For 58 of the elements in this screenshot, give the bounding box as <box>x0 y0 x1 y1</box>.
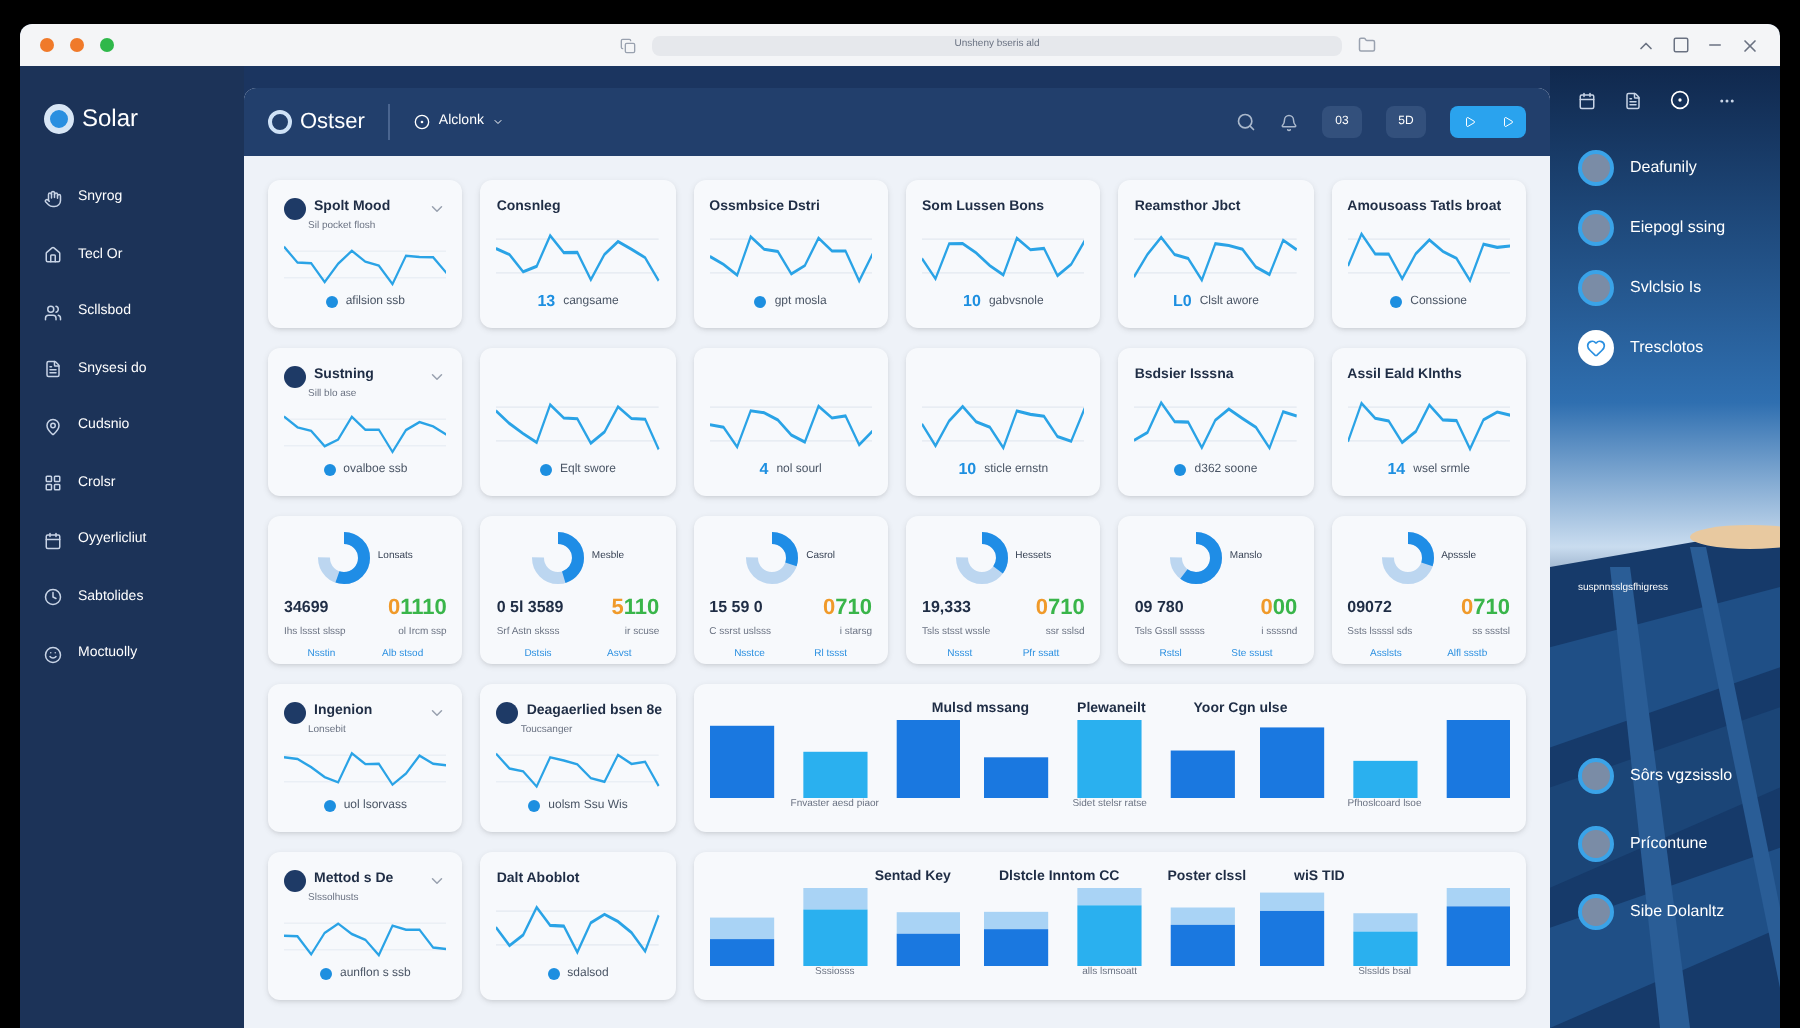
person-name[interactable]: Prícontune <box>1630 831 1708 855</box>
metric-value: 0710 <box>1461 594 1510 624</box>
donut-chart-icon <box>317 532 370 584</box>
menu-item-icon <box>44 588 62 607</box>
metric-value: 5110 <box>611 594 660 624</box>
metric-value: 000 <box>1260 594 1298 624</box>
person-name[interactable]: Svlclsio Is <box>1630 276 1702 300</box>
brand-logo-icon <box>268 110 292 134</box>
metric-value: 09 780 <box>1134 596 1184 621</box>
play-icon <box>1501 116 1513 128</box>
metric-value: 0710 <box>1035 594 1085 624</box>
metric-value: 0 5l 3589 <box>496 596 564 621</box>
play-icon <box>1463 116 1475 128</box>
menu-item-icon <box>44 645 62 664</box>
person-name[interactable]: Sibe Dolanltz <box>1630 899 1725 923</box>
bell-icon[interactable] <box>1280 113 1298 131</box>
logo-text: Solar <box>82 102 139 136</box>
metric-value: 09072 <box>1347 596 1392 621</box>
restore-icon[interactable] <box>1672 36 1690 54</box>
person-name[interactable]: Sôrs vgzsisslo <box>1630 763 1733 787</box>
donut-chart-icon <box>746 532 799 584</box>
footer-value: 13 <box>537 290 556 314</box>
search-icon[interactable] <box>1236 112 1256 132</box>
primary-button[interactable] <box>1450 106 1526 138</box>
document-icon[interactable] <box>1624 91 1642 109</box>
brand-name: Ostser <box>300 107 365 138</box>
metric-value: 15 59 0 <box>709 596 763 621</box>
metric-value: 0710 <box>823 594 872 624</box>
menu-item-icon <box>44 246 62 265</box>
donut-chart-icon <box>955 532 1008 584</box>
footer-value: 4 <box>759 458 769 482</box>
person-name[interactable]: Tresclotos <box>1630 336 1704 360</box>
person-name[interactable]: Deafunily <box>1630 156 1697 180</box>
footer-value: 14 <box>1387 458 1406 482</box>
footer-value: L0 <box>1172 290 1192 314</box>
footer-value: 10 <box>963 290 981 314</box>
metric-value: 01110 <box>387 594 447 624</box>
folder-icon[interactable] <box>1358 36 1376 54</box>
donut-chart-icon <box>531 532 584 584</box>
menu-item-icon <box>44 189 62 208</box>
close-icon[interactable] <box>1740 35 1760 55</box>
menu-item-icon <box>44 360 62 379</box>
menu-item-icon <box>44 303 62 322</box>
record-icon[interactable] <box>1670 90 1690 110</box>
footer-value: 10 <box>958 458 977 482</box>
donut-chart-icon <box>1381 532 1434 584</box>
person-name[interactable]: Eiepogl ssing <box>1630 216 1726 240</box>
menu-item-icon <box>44 474 62 493</box>
logo-icon <box>44 103 74 133</box>
menu-item-icon <box>44 417 62 436</box>
menu-item-icon <box>44 531 62 550</box>
metric-value: 19,333 <box>922 596 971 621</box>
calendar-icon[interactable] <box>1578 91 1596 109</box>
metric-value: 34699 <box>284 596 329 621</box>
donut-chart-icon <box>1169 532 1222 584</box>
tab-icon[interactable] <box>620 37 636 53</box>
workspace-icon <box>414 114 431 130</box>
chevron-down-icon <box>491 116 504 128</box>
